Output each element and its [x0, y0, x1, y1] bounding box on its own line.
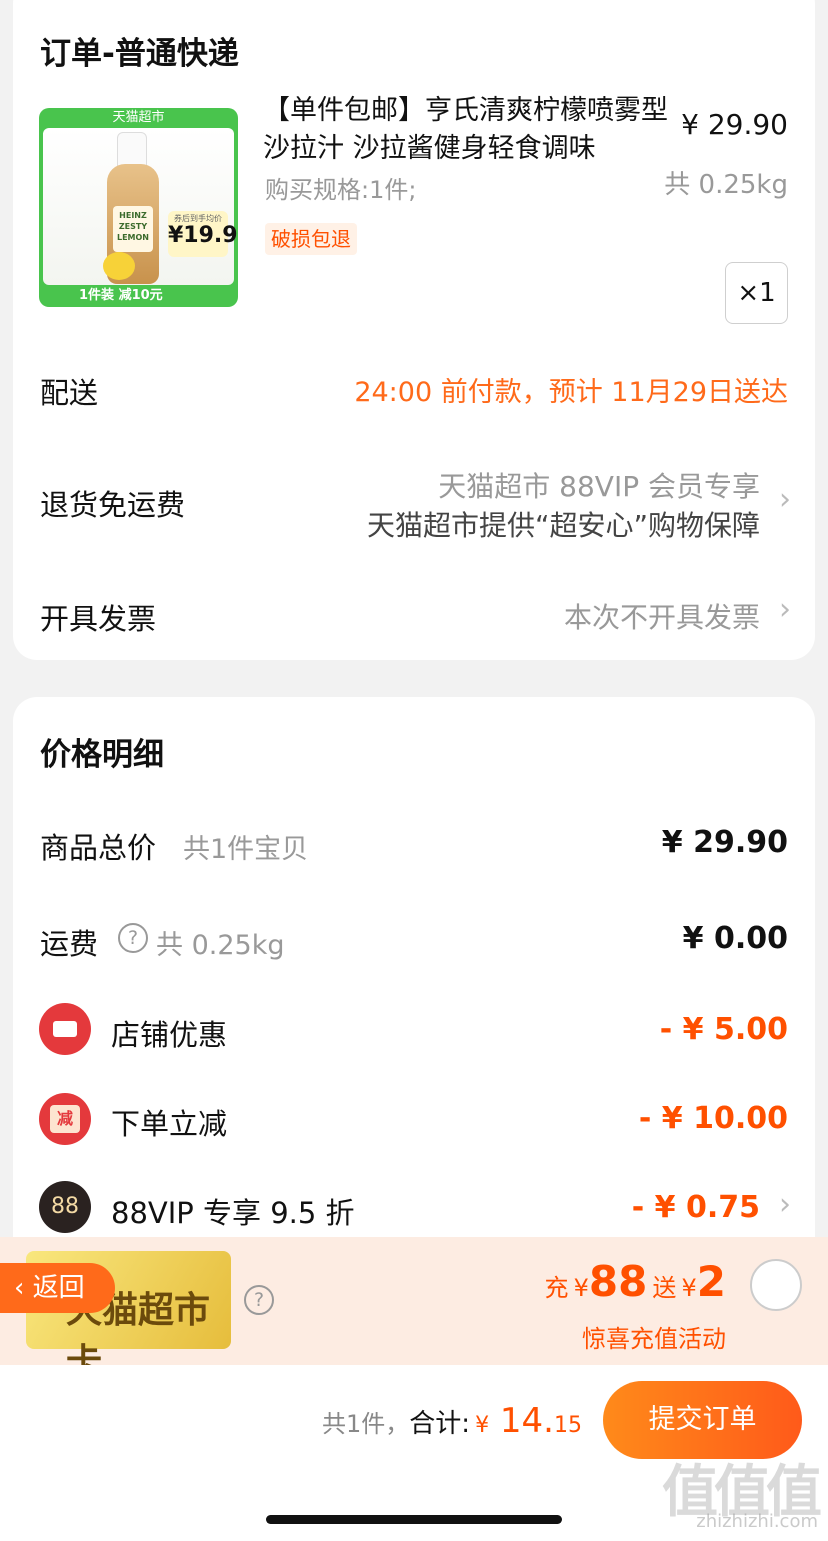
shipping-fee-label: 运费	[40, 927, 99, 961]
shipping-fee-amount: ¥ 0.00	[682, 921, 788, 956]
help-icon[interactable]: ?	[118, 923, 148, 953]
total-decimal: 15	[554, 1413, 582, 1438]
subtotal-label: 商品总价	[40, 831, 157, 865]
return-shipping-label: 退货免运费	[40, 488, 186, 522]
chevron-right-icon: ›	[779, 1187, 791, 1222]
total-currency: ¥	[475, 1413, 490, 1438]
product-price: ¥ 29.90	[681, 108, 788, 141]
total-label: 合计:	[409, 1409, 471, 1439]
chevron-left-icon: ‹	[14, 1273, 25, 1303]
chevron-right-icon: ›	[779, 482, 791, 517]
store-discount-label: 店铺优惠	[111, 1018, 228, 1052]
help-icon[interactable]: ?	[244, 1285, 274, 1315]
return-shipping-line1: 天猫超市 88VIP 会员专享	[438, 470, 760, 503]
delivery-label: 配送	[40, 376, 99, 410]
delivery-value: 24:00 前付款，预计 11月29日送达	[354, 377, 788, 408]
chevron-right-icon: ›	[779, 592, 791, 627]
instant-discount-label: 下单立减	[111, 1107, 228, 1141]
order-title: 订单-普通快递	[40, 36, 239, 72]
image-tag-bottom: 1件装 减10元	[79, 288, 163, 303]
product-spec: 购买规格:1件;	[265, 176, 417, 204]
recharge-radio[interactable]	[750, 1259, 802, 1311]
image-price-badge: 券后到手均价 ¥19.9	[168, 211, 238, 257]
price-detail-card: 价格明细 商品总价 共1件宝贝 ¥ 29.90 运费 ? 共 0.25kg ¥ …	[13, 697, 815, 1317]
shipping-weight: 共 0.25kg	[156, 930, 285, 961]
subtotal-count: 共1件宝贝	[183, 834, 309, 865]
product-title[interactable]: 【单件包邮】亨氏清爽柠檬喷雾型沙拉汁 沙拉酱健身轻食调味	[263, 92, 673, 168]
image-tag-top: 天猫超市	[112, 110, 165, 125]
subtotal-amount: ¥ 29.90	[661, 825, 788, 860]
vip-discount-label: 88VIP 专享 9.5 折	[111, 1196, 355, 1230]
product-weight: 共 0.25kg	[664, 170, 788, 200]
invoice-value: 本次不开具发票	[563, 601, 760, 634]
ticket-icon	[39, 1003, 91, 1055]
back-button[interactable]: ‹ 返回	[0, 1263, 115, 1313]
lemon-shape	[103, 252, 135, 280]
checkout-footer: 共1件，合计: ¥ 14.15 提交订单 值值值 zhizhizhi.com	[0, 1365, 828, 1541]
quantity-stepper[interactable]: ×1	[725, 262, 788, 324]
vip-88-icon: 88	[39, 1181, 91, 1233]
recharge-offer: 充 ¥88 送 ¥2	[544, 1257, 726, 1306]
vip-discount-amount: - ¥ 0.75	[631, 1190, 760, 1225]
order-card: 订单-普通快递 天猫超市 HEINZ ZESTY LEMON 券后到手均价 ¥1…	[13, 0, 815, 660]
damage-refund-badge: 破损包退	[265, 223, 357, 255]
instant-discount-icon: 减	[39, 1093, 91, 1145]
instant-discount-amount: - ¥ 10.00	[638, 1101, 788, 1136]
bottle-label: HEINZ ZESTY LEMON	[113, 206, 153, 252]
watermark-url: zhizhizhi.com	[696, 1511, 818, 1532]
store-discount-amount: - ¥ 5.00	[659, 1012, 788, 1047]
recharge-subtitle: 惊喜充值活动	[582, 1325, 726, 1353]
recharge-promo-bar: 天猫超市卡 ‹ 返回 ? 充 ¥88 送 ¥2 惊喜充值活动	[0, 1237, 828, 1383]
invoice-label: 开具发票	[40, 602, 157, 636]
product-image[interactable]: 天猫超市 HEINZ ZESTY LEMON 券后到手均价 ¥19.9 1件装 …	[39, 108, 238, 307]
home-indicator	[266, 1515, 562, 1524]
order-total: 共1件，合计: ¥ 14.15	[322, 1401, 582, 1441]
back-label: 返回	[32, 1273, 85, 1303]
price-detail-title: 价格明细	[40, 737, 164, 773]
return-shipping-line2: 天猫超市提供“超安心”购物保障	[366, 509, 760, 542]
total-amount: 14.	[489, 1401, 554, 1441]
product-photo: HEINZ ZESTY LEMON 券后到手均价 ¥19.9	[43, 128, 238, 285]
image-badge-price: ¥19.9	[168, 223, 238, 248]
item-count: 共1件，	[321, 1410, 410, 1438]
